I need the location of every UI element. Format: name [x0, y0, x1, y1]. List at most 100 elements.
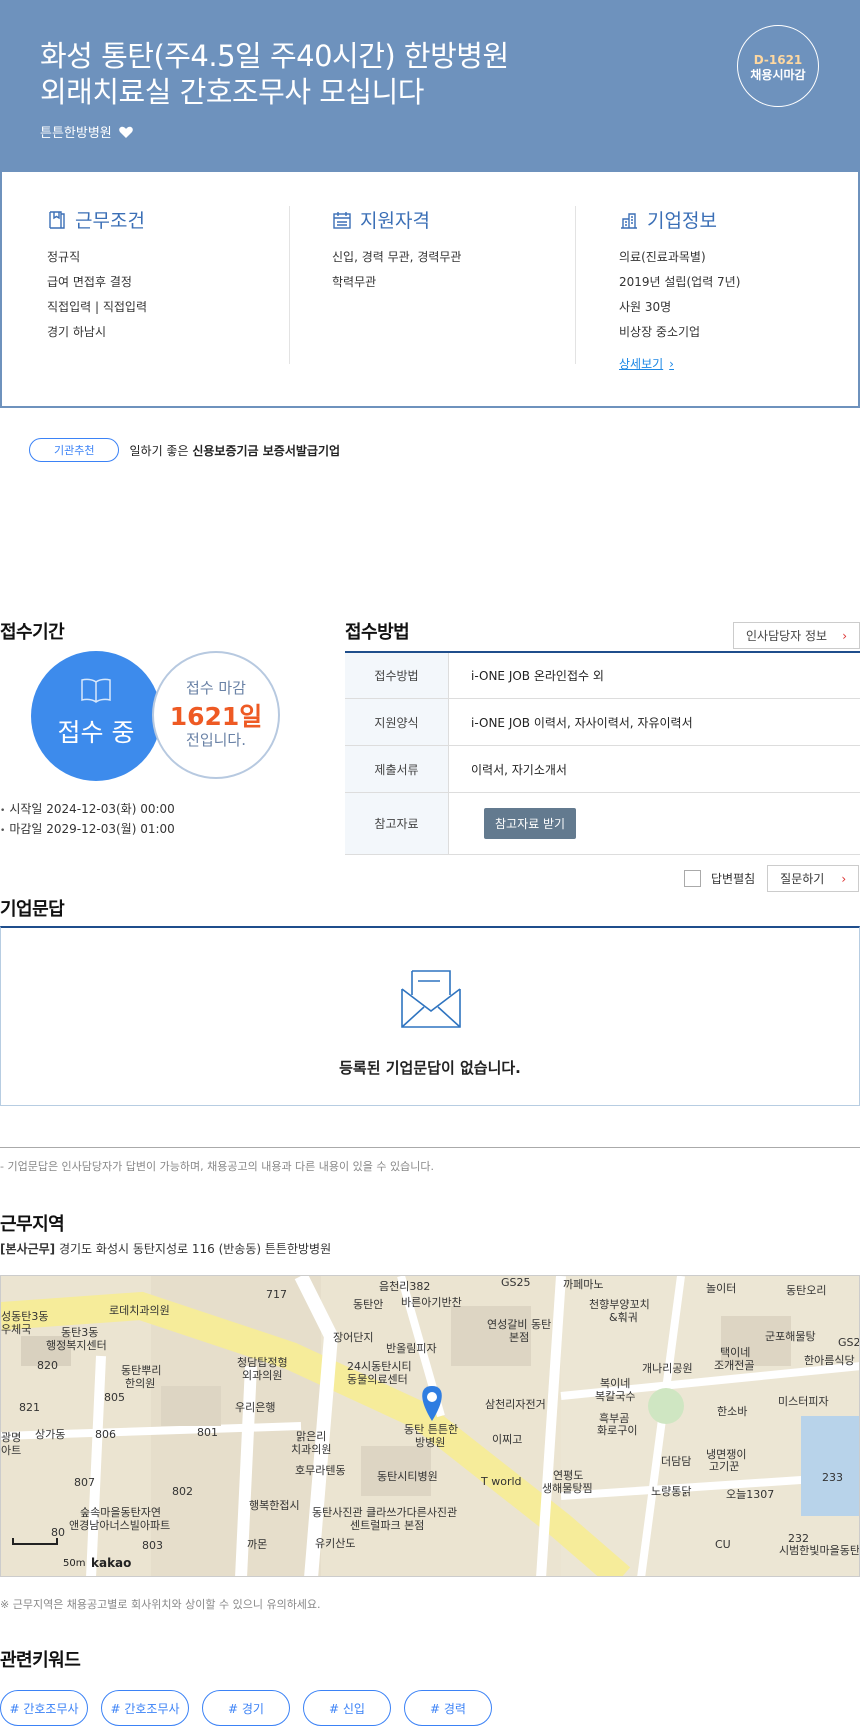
svg-text:233: 233 [822, 1471, 843, 1484]
qualifications-title: 지원자격 [360, 210, 430, 232]
svg-text:삼천리자전거: 삼천리자전거 [485, 1397, 546, 1411]
hr-contact-label: 인사담당자 정보 [746, 629, 828, 643]
hr-contact-button[interactable]: 인사담당자 정보 › [733, 622, 860, 649]
documents-key: 제출서류 [345, 746, 449, 792]
svg-text:호무라텐동: 호무라텐동 [295, 1464, 346, 1477]
keyword-tag[interactable]: # 신입 [303, 1690, 391, 1726]
svg-text:805: 805 [104, 1391, 125, 1404]
heart-icon[interactable] [118, 124, 134, 140]
divider [0, 1147, 860, 1148]
svg-text:동탄 튼튼한: 동탄 튼튼한 [404, 1423, 458, 1436]
deadline-days: 1621일 [169, 702, 263, 731]
deadline-suffix: 전입니다. [186, 731, 246, 749]
svg-text:노량통닭: 노량통닭 [651, 1485, 691, 1498]
svg-text:천향부양꼬치: 천향부양꼬치 [589, 1297, 650, 1311]
svg-text:치과의원: 치과의원 [291, 1443, 331, 1456]
work-region: 경기 하남시 [47, 325, 107, 339]
location-note: ※ 근무지역은 채용공고별로 회사위치와 상이할 수 있으니 유의하세요. [0, 1598, 321, 1611]
svg-text:이찌고: 이찌고 [492, 1433, 522, 1446]
map-canvas[interactable]: 음천리382 바른아기반찬 GS25 까페마노 놀이터 동탄오리 동탄안 천향부… [1, 1276, 860, 1577]
svg-text:조개전골: 조개전골 [714, 1359, 754, 1372]
svg-text:행복한접시: 행복한접시 [249, 1499, 300, 1512]
svg-text:동탄3동: 동탄3동 [61, 1326, 98, 1339]
documents-value: 이력서, 자기소개서 [471, 762, 567, 777]
svg-text:택이네: 택이네 [720, 1346, 750, 1359]
svg-text:우리은행: 우리은행 [235, 1401, 275, 1414]
qualifications-header: 지원자격 [332, 206, 612, 233]
expand-answers-label[interactable]: 답변펼침 [711, 870, 755, 887]
svg-text:화로구이: 화로구이 [597, 1424, 637, 1437]
svg-text:광명: 광명 [1, 1431, 21, 1444]
svg-text:802: 802 [172, 1485, 193, 1498]
company-name[interactable]: 튼튼한방병원 [40, 122, 112, 141]
company-detail-label[interactable]: 상세보기 [619, 355, 663, 372]
company-info-title: 기업정보 [647, 210, 717, 232]
envelope-icon [401, 970, 461, 1028]
svg-text:장어단지: 장어단지 [333, 1331, 373, 1344]
svg-text:상가동: 상가동 [35, 1428, 65, 1441]
svg-text:본점: 본점 [509, 1331, 529, 1344]
ask-question-button[interactable]: 질문하기 › [767, 865, 860, 892]
founded: 2019년 설립(업력 7년) [619, 275, 741, 289]
keyword-tag[interactable]: # 간호조무사 [101, 1690, 189, 1726]
svg-text:801: 801 [197, 1426, 218, 1439]
qna-title: 기업문답 [0, 899, 65, 920]
svg-text:까몬: 까몬 [247, 1538, 267, 1551]
column-divider [289, 206, 290, 364]
svg-text:동탄사진관 클라쓰가다른사진관: 동탄사진관 클라쓰가다른사진관 [312, 1506, 457, 1519]
svg-text:동탄뿌리: 동탄뿌리 [121, 1364, 161, 1377]
svg-text:복이네: 복이네 [600, 1377, 630, 1390]
keywords-title: 관련키워드 [0, 1650, 81, 1671]
download-reference-button[interactable]: 참고자료 받기 [484, 808, 577, 839]
qna-note: - 기업문답은 인사담당자가 답변이 가능하며, 채용공고의 내용과 다른 내용… [0, 1160, 434, 1173]
svg-text:까페마노: 까페마노 [563, 1278, 603, 1291]
reference-value: 참고자료 받기 [449, 793, 860, 854]
svg-text:개나리공원: 개나리공원 [642, 1362, 693, 1375]
svg-text:동물의료센터: 동물의료센터 [347, 1373, 408, 1386]
job-title-line2: 외래치료실 간호조무사 모십니다 [40, 75, 424, 109]
chevron-right-icon: › [669, 356, 674, 371]
svg-text:음천리382: 음천리382 [379, 1279, 430, 1293]
keyword-list: # 간호조무사 # 간호조무사 # 경기 # 신입 # 경력 [0, 1690, 492, 1726]
apply-method-key: 접수방법 [345, 653, 449, 698]
svg-text:군포해물탕: 군포해물탕 [765, 1329, 816, 1343]
keyword-tag[interactable]: # 경기 [202, 1690, 290, 1726]
form-key: 지원양식 [345, 699, 449, 745]
job-summary-box: 근무조건 정규직 급여 면접후 결정 직접입력 | 직접입력 경기 하남시 지원… [0, 172, 860, 408]
svg-text:청담탑정형: 청담탑정형 [237, 1356, 288, 1369]
svg-text:고기꾼: 고기꾼 [709, 1460, 739, 1473]
keyword-tag[interactable]: # 간호조무사 [0, 1690, 88, 1726]
qna-tools: 답변펼침 질문하기 › [684, 865, 860, 892]
svg-text:아트: 아트 [1, 1444, 21, 1457]
calendar-icon [333, 211, 351, 229]
column-divider [575, 206, 576, 364]
company-detail-link[interactable]: 상세보기 › [619, 355, 674, 372]
dday-count: D-1621 [753, 53, 803, 67]
svg-text:동탄안: 동탄안 [353, 1298, 383, 1311]
svg-text:성동탄3동: 성동탄3동 [1, 1310, 48, 1323]
svg-text:숲속마을동탄자연: 숲속마을동탄자연 [80, 1506, 161, 1519]
status-label: 접수 중 [57, 718, 135, 747]
company-link[interactable]: 튼튼한방병원 [40, 122, 134, 141]
svg-text:앤경남아너스빌아파트: 앤경남아너스빌아파트 [69, 1519, 170, 1532]
expand-answers-checkbox[interactable] [684, 870, 701, 887]
svg-text:연평도: 연평도 [553, 1469, 583, 1482]
svg-text:동탄오리: 동탄오리 [786, 1284, 826, 1297]
svg-text:821: 821 [19, 1401, 40, 1414]
work-conditions-title: 근무조건 [75, 210, 145, 232]
svg-text:유키산도: 유키산도 [315, 1537, 355, 1550]
svg-text:생해물탕찜: 생해물탕찜 [542, 1481, 593, 1495]
company-info: 기업정보 의료(진료과목별) 2019년 설립(업력 7년) 사원 30명 비상… [619, 206, 860, 372]
svg-text:반올림피자: 반올림피자 [386, 1342, 437, 1355]
apply-title: 접수방법 [345, 622, 410, 643]
job-title-line1: 화성 통탄(주4.5일 주40시간) 한방병원 [40, 39, 509, 73]
recommend-banner: 기관추천 일하기 좋은 신용보증기금 보증서발급기업 [29, 438, 340, 462]
svg-text:미스터피자: 미스터피자 [778, 1395, 829, 1408]
svg-text:GS25: GS25 [501, 1276, 531, 1289]
location-map[interactable]: 음천리382 바른아기반찬 GS25 까페마노 놀이터 동탄오리 동탄안 천향부… [0, 1275, 860, 1577]
ask-question-label: 질문하기 [780, 872, 825, 886]
svg-text:한의원: 한의원 [125, 1377, 155, 1390]
qualifications: 지원자격 신입, 경력 무관, 경력무관 학력무관 [332, 206, 612, 295]
keyword-tag[interactable]: # 경력 [404, 1690, 492, 1726]
end-date: 마감일 2029-12-03(월) 01:00 [0, 820, 174, 840]
